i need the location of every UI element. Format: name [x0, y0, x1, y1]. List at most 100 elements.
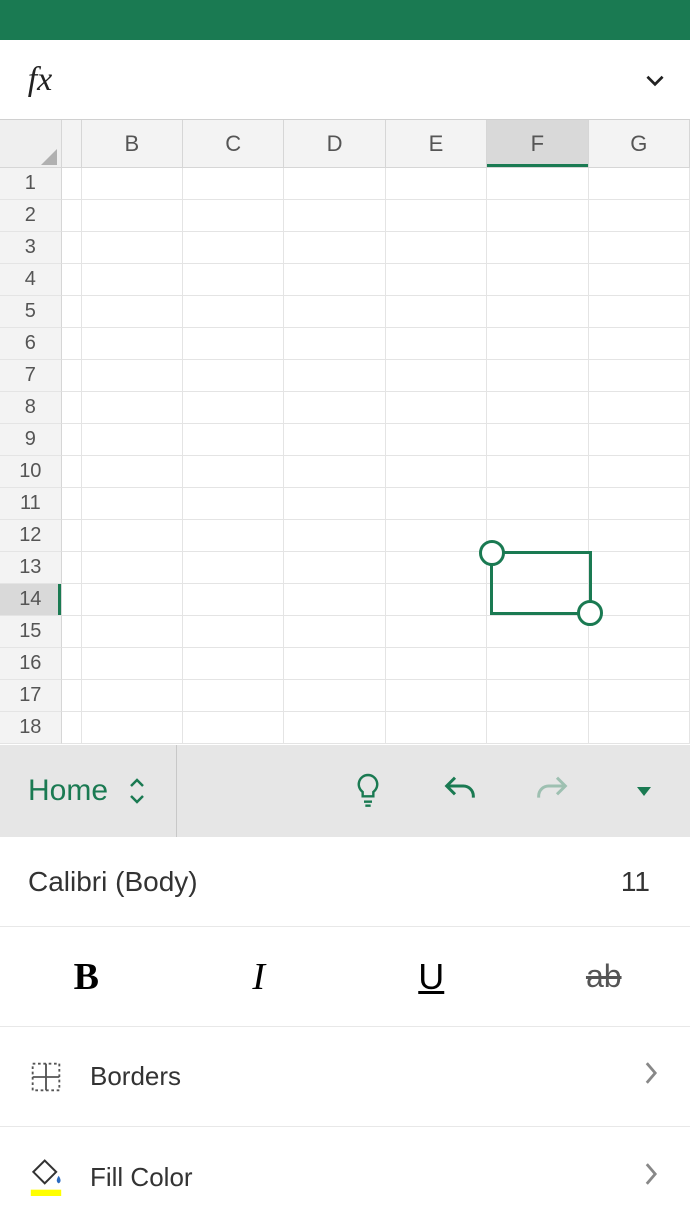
cell[interactable] — [62, 584, 82, 616]
row-header-15[interactable]: 15 — [0, 616, 62, 648]
cell[interactable] — [82, 680, 183, 712]
select-all-corner[interactable] — [0, 120, 62, 168]
cell[interactable] — [487, 456, 588, 488]
cell[interactable] — [487, 200, 588, 232]
cell[interactable] — [284, 168, 385, 200]
row-header-3[interactable]: 3 — [0, 232, 62, 264]
cell[interactable] — [82, 168, 183, 200]
cell[interactable] — [62, 616, 82, 648]
row-header-14[interactable]: 14 — [0, 584, 62, 616]
row-header-9[interactable]: 9 — [0, 424, 62, 456]
expand-formula-button[interactable] — [620, 67, 690, 93]
cell[interactable] — [589, 232, 690, 264]
cell[interactable] — [487, 296, 588, 328]
ribbon-more-button[interactable] — [598, 745, 690, 837]
cell[interactable] — [82, 488, 183, 520]
cell[interactable] — [589, 584, 690, 616]
cell[interactable] — [589, 296, 690, 328]
cell[interactable] — [82, 296, 183, 328]
strikethrough-button[interactable]: ab — [518, 927, 690, 1026]
cell[interactable] — [487, 488, 588, 520]
cell[interactable] — [82, 200, 183, 232]
cell[interactable] — [284, 200, 385, 232]
cell[interactable] — [284, 520, 385, 552]
cell[interactable] — [487, 264, 588, 296]
redo-button[interactable] — [506, 745, 598, 837]
cell[interactable] — [487, 328, 588, 360]
cell[interactable] — [82, 328, 183, 360]
cell[interactable] — [62, 264, 82, 296]
cell[interactable] — [284, 488, 385, 520]
cell[interactable] — [386, 168, 487, 200]
cell[interactable] — [82, 232, 183, 264]
cell[interactable] — [183, 232, 284, 264]
cell[interactable] — [183, 584, 284, 616]
cell[interactable] — [62, 712, 82, 744]
cell[interactable] — [487, 616, 588, 648]
row-header-16[interactable]: 16 — [0, 648, 62, 680]
column-header-g[interactable]: G — [589, 120, 690, 168]
cell[interactable] — [386, 264, 487, 296]
cell[interactable] — [284, 264, 385, 296]
row-header-11[interactable]: 11 — [0, 488, 62, 520]
cell[interactable] — [82, 520, 183, 552]
cell[interactable] — [183, 296, 284, 328]
cell[interactable] — [589, 680, 690, 712]
cell[interactable] — [589, 200, 690, 232]
cell[interactable] — [487, 232, 588, 264]
cell[interactable] — [284, 456, 385, 488]
row-header-1[interactable]: 1 — [0, 168, 62, 200]
row-header-13[interactable]: 13 — [0, 552, 62, 584]
cell[interactable] — [589, 392, 690, 424]
row-header-8[interactable]: 8 — [0, 392, 62, 424]
cell[interactable] — [82, 456, 183, 488]
cell[interactable] — [82, 360, 183, 392]
row-header-17[interactable]: 17 — [0, 680, 62, 712]
cell[interactable] — [386, 232, 487, 264]
selection-handle-bottom-right[interactable] — [577, 600, 603, 626]
cell[interactable] — [183, 264, 284, 296]
cell[interactable] — [589, 552, 690, 584]
cell[interactable] — [183, 168, 284, 200]
cell[interactable] — [589, 328, 690, 360]
formula-input[interactable] — [80, 40, 620, 119]
undo-button[interactable] — [414, 745, 506, 837]
cell[interactable] — [589, 168, 690, 200]
cell[interactable] — [62, 680, 82, 712]
column-header-f[interactable]: F — [487, 120, 588, 168]
cell[interactable] — [284, 648, 385, 680]
bold-button[interactable]: B — [0, 927, 173, 1026]
cell[interactable] — [589, 456, 690, 488]
borders-menu[interactable]: Borders — [0, 1027, 690, 1127]
cell[interactable] — [589, 648, 690, 680]
cell[interactable] — [62, 552, 82, 584]
cell[interactable] — [284, 680, 385, 712]
cell[interactable] — [82, 616, 183, 648]
cell[interactable] — [589, 488, 690, 520]
cell[interactable] — [386, 680, 487, 712]
row-header-4[interactable]: 4 — [0, 264, 62, 296]
cell[interactable] — [183, 392, 284, 424]
cell[interactable] — [589, 520, 690, 552]
cell[interactable] — [589, 616, 690, 648]
cell[interactable] — [386, 328, 487, 360]
column-header-e[interactable]: E — [386, 120, 487, 168]
cell[interactable] — [284, 392, 385, 424]
cell[interactable] — [386, 200, 487, 232]
cell[interactable] — [589, 712, 690, 744]
cell[interactable] — [487, 584, 588, 616]
cell[interactable] — [183, 552, 284, 584]
cell[interactable] — [487, 648, 588, 680]
cell[interactable] — [82, 552, 183, 584]
cell[interactable] — [62, 520, 82, 552]
row-header-6[interactable]: 6 — [0, 328, 62, 360]
fx-icon[interactable]: fx — [0, 61, 80, 99]
cell[interactable] — [82, 392, 183, 424]
cell[interactable] — [62, 232, 82, 264]
cell[interactable] — [284, 712, 385, 744]
cell[interactable] — [62, 424, 82, 456]
cell[interactable] — [386, 616, 487, 648]
cell[interactable] — [62, 488, 82, 520]
row-header-7[interactable]: 7 — [0, 360, 62, 392]
cell[interactable] — [487, 680, 588, 712]
